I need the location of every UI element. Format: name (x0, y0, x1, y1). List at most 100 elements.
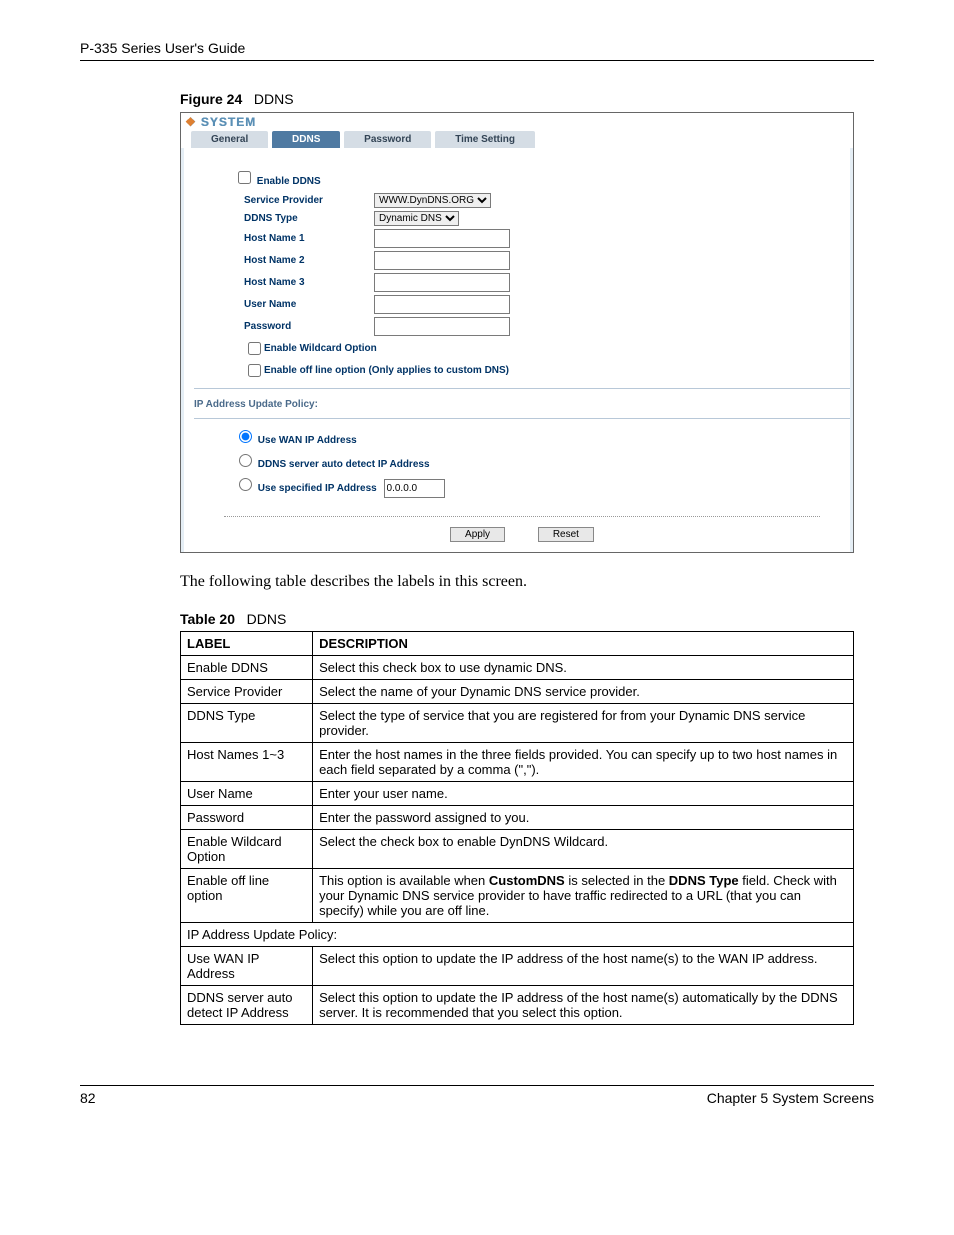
table-row: Enable off line optionThis option is ava… (181, 869, 854, 923)
table-row: PasswordEnter the password assigned to y… (181, 806, 854, 830)
reset-button[interactable]: Reset (538, 527, 594, 542)
apply-button[interactable]: Apply (450, 527, 505, 542)
input-host3[interactable] (374, 273, 510, 292)
cell-desc: Select this check box to use dynamic DNS… (313, 656, 854, 680)
label-user: User Name (244, 299, 374, 310)
button-row: Apply Reset (214, 527, 830, 542)
th-desc: DESCRIPTION (313, 632, 854, 656)
input-pass[interactable] (374, 317, 510, 336)
table-body: Enable DDNSSelect this check box to use … (181, 656, 854, 1025)
tab-ddns[interactable]: DDNS (272, 131, 340, 148)
label-offline: Enable off line option (Only applies to … (264, 365, 509, 376)
input-spec-ip[interactable] (384, 479, 445, 498)
cell-label: User Name (181, 782, 313, 806)
cell-label: Service Provider (181, 680, 313, 704)
label-policy-wan: Use WAN IP Address (258, 435, 357, 446)
figure-caption: Figure 24 DDNS (180, 91, 874, 107)
select-ddns-type[interactable]: Dynamic DNS (374, 211, 459, 226)
dotted-divider (224, 516, 820, 517)
guide-title: P-335 Series User's Guide (80, 40, 245, 56)
cell-span: IP Address Update Policy: (181, 923, 854, 947)
page-number: 82 (80, 1090, 96, 1106)
table-header-row: LABEL DESCRIPTION (181, 632, 854, 656)
row-ddns-type: DDNS Type Dynamic DNS (244, 211, 830, 226)
figure-title: DDNS (254, 91, 294, 107)
screenshot-panel: SYSTEM General DDNS Password Time Settin… (180, 112, 854, 553)
label-policy-auto: DDNS server auto detect IP Address (258, 459, 430, 470)
table-row: Use WAN IP AddressSelect this option to … (181, 947, 854, 986)
enable-ddns-checkbox[interactable] (238, 171, 251, 184)
cell-label: Use WAN IP Address (181, 947, 313, 986)
page-header: P-335 Series User's Guide (80, 40, 874, 61)
form-panel: Enable DDNS Service Provider WWW.DynDNS.… (181, 148, 853, 552)
row-wildcard: Enable Wildcard Option (244, 339, 830, 358)
row-user: User Name (244, 295, 830, 314)
policy-section-label: IP Address Update Policy: (194, 399, 830, 410)
system-header: SYSTEM (181, 113, 853, 129)
row-host1: Host Name 1 (244, 229, 830, 248)
enable-ddns-label: Enable DDNS (257, 176, 321, 187)
label-wildcard: Enable Wildcard Option (264, 343, 377, 354)
row-pass: Password (244, 317, 830, 336)
tab-timesetting[interactable]: Time Setting (435, 131, 535, 148)
divider (194, 388, 850, 389)
checkbox-wildcard[interactable] (248, 342, 261, 355)
input-host1[interactable] (374, 229, 510, 248)
row-host3: Host Name 3 (244, 273, 830, 292)
table-row: Host Names 1~3Enter the host names in th… (181, 743, 854, 782)
description-table: LABEL DESCRIPTION Enable DDNSSelect this… (180, 631, 854, 1025)
divider (194, 418, 850, 419)
label-ddns-type: DDNS Type (244, 213, 374, 224)
table-row: DDNS server auto detect IP AddressSelect… (181, 986, 854, 1025)
table-row: Enable DDNSSelect this check box to use … (181, 656, 854, 680)
row-policy-spec: Use specified IP Address (234, 475, 830, 498)
tab-password[interactable]: Password (344, 131, 431, 148)
cell-desc: This option is available when CustomDNS … (313, 869, 854, 923)
row-policy-wan: Use WAN IP Address (234, 427, 830, 446)
table-row: DDNS TypeSelect the type of service that… (181, 704, 854, 743)
row-policy-auto: DDNS server auto detect IP Address (234, 451, 830, 470)
cell-desc: Enter the host names in the three fields… (313, 743, 854, 782)
radio-auto[interactable] (239, 454, 252, 467)
cell-label: Enable Wildcard Option (181, 830, 313, 869)
cell-label: Password (181, 806, 313, 830)
table-row: Service ProviderSelect the name of your … (181, 680, 854, 704)
cell-desc: Enter your user name. (313, 782, 854, 806)
system-title: SYSTEM (185, 115, 256, 129)
cell-desc: Select the type of service that you are … (313, 704, 854, 743)
label-host3: Host Name 3 (244, 277, 374, 288)
table-row: IP Address Update Policy: (181, 923, 854, 947)
label-service-provider: Service Provider (244, 195, 374, 206)
checkbox-offline[interactable] (248, 364, 261, 377)
input-user[interactable] (374, 295, 510, 314)
chapter-label: Chapter 5 System Screens (707, 1090, 874, 1106)
radio-wan[interactable] (239, 430, 252, 443)
label-pass: Password (244, 321, 374, 332)
enable-ddns-row: Enable DDNS (234, 168, 830, 187)
cell-label: Enable off line option (181, 869, 313, 923)
tab-bar: General DDNS Password Time Setting (191, 131, 843, 148)
cell-desc: Select this option to update the IP addr… (313, 986, 854, 1025)
radio-spec[interactable] (239, 478, 252, 491)
cell-label: Enable DDNS (181, 656, 313, 680)
table-number: Table 20 (180, 611, 235, 627)
label-policy-spec: Use specified IP Address (258, 483, 377, 494)
cell-desc: Select this option to update the IP addr… (313, 947, 854, 986)
cell-desc: Enter the password assigned to you. (313, 806, 854, 830)
figure-number: Figure 24 (180, 91, 242, 107)
table-caption: Table 20 DDNS (180, 611, 874, 627)
page-footer: 82 Chapter 5 System Screens (80, 1085, 874, 1106)
select-service-provider[interactable]: WWW.DynDNS.ORG (374, 193, 491, 208)
row-host2: Host Name 2 (244, 251, 830, 270)
body-text: The following table describes the labels… (180, 573, 874, 591)
table-title: DDNS (247, 611, 287, 627)
cell-label: Host Names 1~3 (181, 743, 313, 782)
row-offline: Enable off line option (Only applies to … (244, 361, 830, 380)
cell-desc: Select the check box to enable DynDNS Wi… (313, 830, 854, 869)
label-host1: Host Name 1 (244, 233, 374, 244)
cell-desc: Select the name of your Dynamic DNS serv… (313, 680, 854, 704)
tab-general[interactable]: General (191, 131, 268, 148)
input-host2[interactable] (374, 251, 510, 270)
row-service-provider: Service Provider WWW.DynDNS.ORG (244, 193, 830, 208)
cell-label: DDNS server auto detect IP Address (181, 986, 313, 1025)
